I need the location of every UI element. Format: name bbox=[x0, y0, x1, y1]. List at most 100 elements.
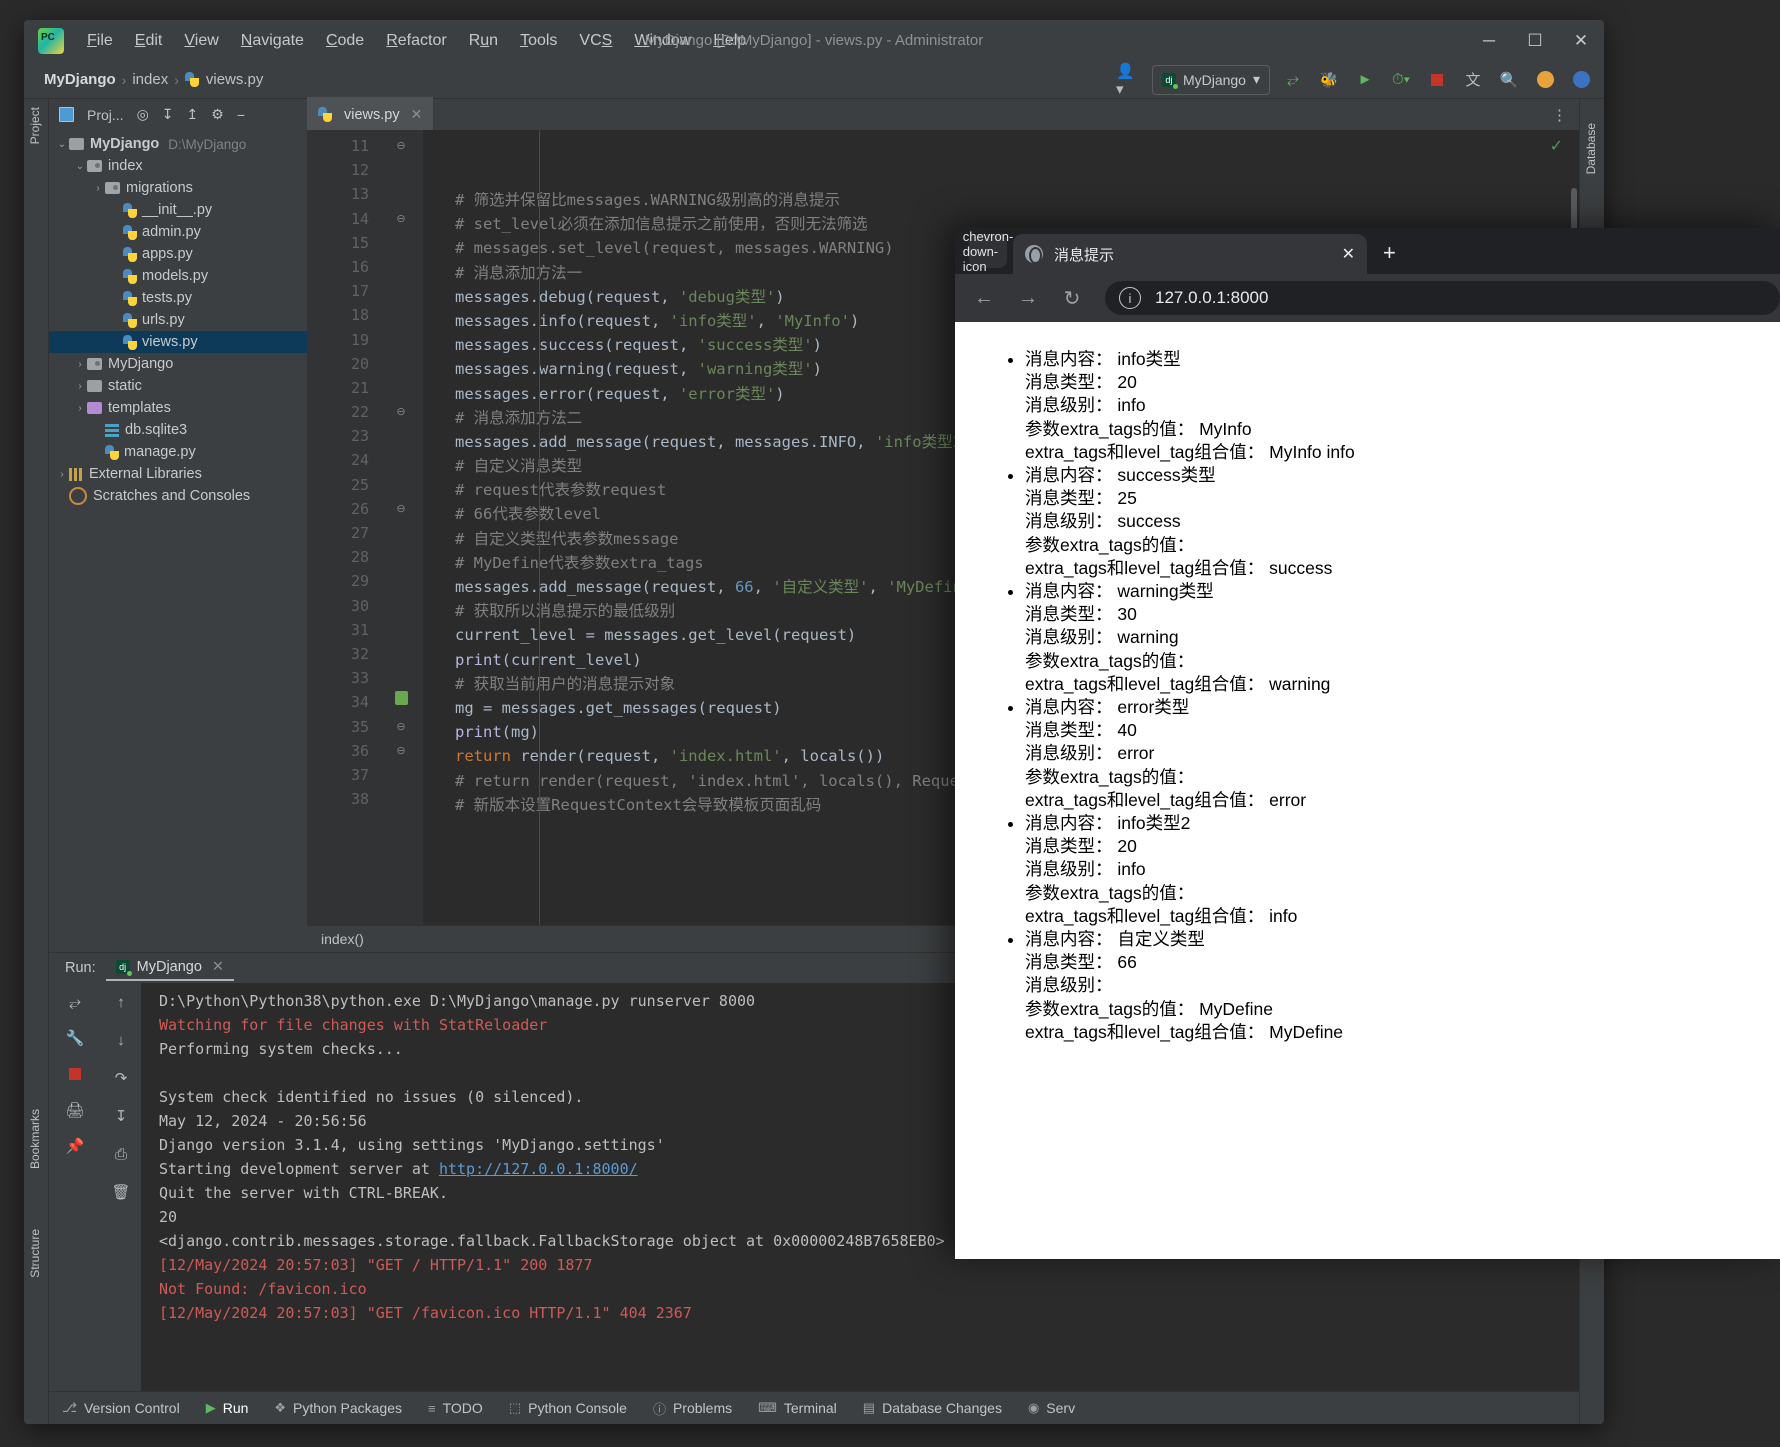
status-bar-item-python-packages[interactable]: ❖ Python Packages bbox=[261, 1400, 415, 1416]
menu-item-view[interactable]: View bbox=[173, 28, 229, 54]
coverage-icon[interactable]: ► bbox=[1352, 67, 1378, 93]
soft-wrap-icon[interactable]: ↷ bbox=[108, 1065, 134, 1091]
chevron-right-icon[interactable]: › bbox=[73, 359, 87, 370]
fold-marker-icon[interactable]: ⊖ bbox=[379, 497, 423, 521]
expand-all-icon[interactable]: ↧ bbox=[162, 106, 174, 123]
status-bar-item-todo[interactable]: ≡ TODO bbox=[415, 1400, 496, 1416]
chevron-right-icon[interactable]: › bbox=[73, 403, 87, 414]
breadcrumb-file[interactable]: views.py bbox=[206, 71, 264, 88]
console-link[interactable]: http://127.0.0.1:8000/ bbox=[439, 1160, 638, 1178]
url-bar[interactable]: i 127.0.0.1:8000 bbox=[1105, 281, 1780, 315]
run-icon[interactable]: ⥂ bbox=[1280, 67, 1306, 93]
profile-icon[interactable]: ⏱▾ bbox=[1388, 67, 1414, 93]
breadcrumb[interactable]: MyDjango › index › views.py bbox=[44, 71, 263, 88]
chevron-right-icon[interactable]: › bbox=[91, 183, 105, 194]
tree-item-views-py[interactable]: views.py bbox=[49, 331, 307, 353]
new-tab-button[interactable]: + bbox=[1383, 240, 1396, 266]
fold-marker-icon[interactable]: ⊖ bbox=[379, 134, 423, 158]
stop-icon[interactable] bbox=[62, 1061, 88, 1087]
menu-item-run[interactable]: Run bbox=[458, 28, 509, 54]
status-bar-item-python-console[interactable]: ⬚ Python Console bbox=[496, 1400, 640, 1416]
fold-marker-icon[interactable]: ⊖ bbox=[379, 739, 423, 763]
collapse-all-icon[interactable]: ↥ bbox=[187, 106, 199, 123]
editor-options-icon[interactable]: ⋮ bbox=[1552, 106, 1567, 124]
browser-icon[interactable] bbox=[1568, 67, 1594, 93]
run-tab-mydjango[interactable]: dj MyDjango ✕ bbox=[105, 956, 235, 981]
project-tree[interactable]: ⌄ MyDjango D:\MyDjango ⌄ index › migrations __i… bbox=[49, 130, 307, 952]
rerun-icon[interactable]: ⥂ bbox=[62, 989, 88, 1015]
chevron-right-icon[interactable]: › bbox=[55, 469, 69, 480]
close-button[interactable]: ✕ bbox=[1558, 20, 1604, 61]
status-bar-item-version-control[interactable]: ⎇ Version Control bbox=[49, 1400, 193, 1416]
status-bar-item-serv[interactable]: ◉ Serv bbox=[1015, 1400, 1088, 1416]
menu-item-vcs[interactable]: VCS bbox=[568, 28, 623, 54]
run-configuration-selector[interactable]: dj MyDjango ▾ bbox=[1151, 64, 1270, 95]
sidebar-item-project[interactable]: Project bbox=[28, 107, 42, 144]
inspection-status-icon[interactable]: ✓ bbox=[1550, 136, 1563, 156]
updates-icon[interactable] bbox=[1532, 67, 1558, 93]
tree-item-migrations[interactable]: › migrations bbox=[49, 177, 307, 199]
menu-item-navigate[interactable]: Navigate bbox=[230, 28, 315, 54]
tree-item-urls-py[interactable]: urls.py bbox=[49, 309, 307, 331]
print-icon[interactable]: 🖨 bbox=[62, 1097, 88, 1123]
site-info-icon[interactable]: i bbox=[1119, 287, 1141, 309]
sidebar-item-bookmarks[interactable]: Bookmarks bbox=[28, 1109, 42, 1169]
menu-item-code[interactable]: Code bbox=[315, 28, 375, 54]
locate-icon[interactable]: ◎ bbox=[137, 106, 149, 123]
menu-item-refactor[interactable]: Refactor bbox=[375, 28, 457, 54]
chevron-down-icon[interactable]: chevron-down-icon bbox=[963, 229, 1014, 274]
reload-icon[interactable]: ↻ bbox=[1061, 286, 1083, 311]
chevron-down-icon[interactable]: ⌄ bbox=[55, 139, 69, 150]
tree-item-mydjango[interactable]: ⌄ MyDjango D:\MyDjango bbox=[49, 133, 307, 155]
up-arrow-icon[interactable]: ↑ bbox=[108, 989, 134, 1015]
fold-gutter[interactable]: ⊖ ⊖ ⊖ ⊖ ⊖ ⊖ bbox=[379, 130, 423, 925]
status-bar-item-database-changes[interactable]: ▤ Database Changes bbox=[850, 1400, 1015, 1416]
tree-item-static[interactable]: › static bbox=[49, 375, 307, 397]
breadcrumb-package[interactable]: index bbox=[132, 71, 168, 88]
stop-icon[interactable] bbox=[1424, 67, 1450, 93]
minimize-button[interactable]: ─ bbox=[1466, 20, 1512, 61]
print-console-icon[interactable]: ⎙ bbox=[108, 1141, 134, 1167]
forward-icon[interactable]: → bbox=[1017, 287, 1039, 310]
menu-item-file[interactable]: File bbox=[76, 28, 124, 54]
scroll-to-end-icon[interactable]: ↧ bbox=[108, 1103, 134, 1129]
menu-bar[interactable]: File Edit View Navigate Code Refactor Run Tools… bbox=[76, 28, 757, 54]
tree-item--init-py[interactable]: __init__.py bbox=[49, 199, 307, 221]
chevron-down-icon[interactable]: ⌄ bbox=[73, 161, 87, 172]
menu-item-edit[interactable]: Edit bbox=[124, 28, 174, 54]
translate-icon[interactable]: 文 bbox=[1460, 67, 1486, 93]
status-bar-item-terminal[interactable]: ⌨ Terminal bbox=[745, 1400, 850, 1416]
menu-item-tools[interactable]: Tools bbox=[509, 28, 568, 54]
tree-item-admin-py[interactable]: admin.py bbox=[49, 221, 307, 243]
tree-item-external-libraries[interactable]: › External Libraries bbox=[49, 463, 307, 485]
tree-item-apps-py[interactable]: apps.py bbox=[49, 243, 307, 265]
chevron-right-icon[interactable]: › bbox=[73, 381, 87, 392]
user-icon[interactable]: 👤▾ bbox=[1116, 63, 1142, 98]
fold-marker-icon[interactable]: ⊖ bbox=[379, 400, 423, 424]
menu-item-window[interactable]: Window bbox=[623, 28, 702, 54]
browser-tab[interactable]: 消息提示 ✕ bbox=[1013, 234, 1367, 274]
search-icon[interactable]: 🔍 bbox=[1496, 67, 1522, 93]
back-icon[interactable]: ← bbox=[973, 287, 995, 310]
sidebar-item-structure[interactable]: Structure bbox=[28, 1229, 42, 1278]
tree-item-manage-py[interactable]: manage.py bbox=[49, 441, 307, 463]
close-icon[interactable]: ✕ bbox=[212, 959, 224, 975]
pin-icon[interactable]: 📌 bbox=[62, 1133, 88, 1159]
fold-marker-icon[interactable]: ⊖ bbox=[379, 207, 423, 231]
settings-gear-icon[interactable]: ⚙ bbox=[211, 106, 224, 123]
tree-item-models-py[interactable]: models.py bbox=[49, 265, 307, 287]
editor-tab-views-py[interactable]: views.py ✕ bbox=[307, 97, 434, 130]
tree-item-index[interactable]: ⌄ index bbox=[49, 155, 307, 177]
tree-item-tests-py[interactable]: tests.py bbox=[49, 287, 307, 309]
tree-item-scratches-and-consoles[interactable]: Scratches and Consoles bbox=[49, 485, 307, 507]
close-icon[interactable]: ✕ bbox=[1342, 244, 1355, 264]
tree-item-mydjango[interactable]: › MyDjango bbox=[49, 353, 307, 375]
maximize-button[interactable]: ☐ bbox=[1512, 20, 1558, 61]
status-bar-item-problems[interactable]: ⓘ Problems bbox=[640, 1399, 745, 1418]
breadcrumb-project[interactable]: MyDjango bbox=[44, 71, 116, 88]
menu-item-help[interactable]: Help bbox=[702, 28, 757, 54]
code-line[interactable]: # 筛选并保留比messages.WARNING级别高的消息提示 bbox=[423, 188, 1579, 212]
wrench-icon[interactable]: 🔧 bbox=[62, 1025, 88, 1051]
down-arrow-icon[interactable]: ↓ bbox=[108, 1027, 134, 1053]
tree-item-db-sqlite3[interactable]: db.sqlite3 bbox=[49, 419, 307, 441]
